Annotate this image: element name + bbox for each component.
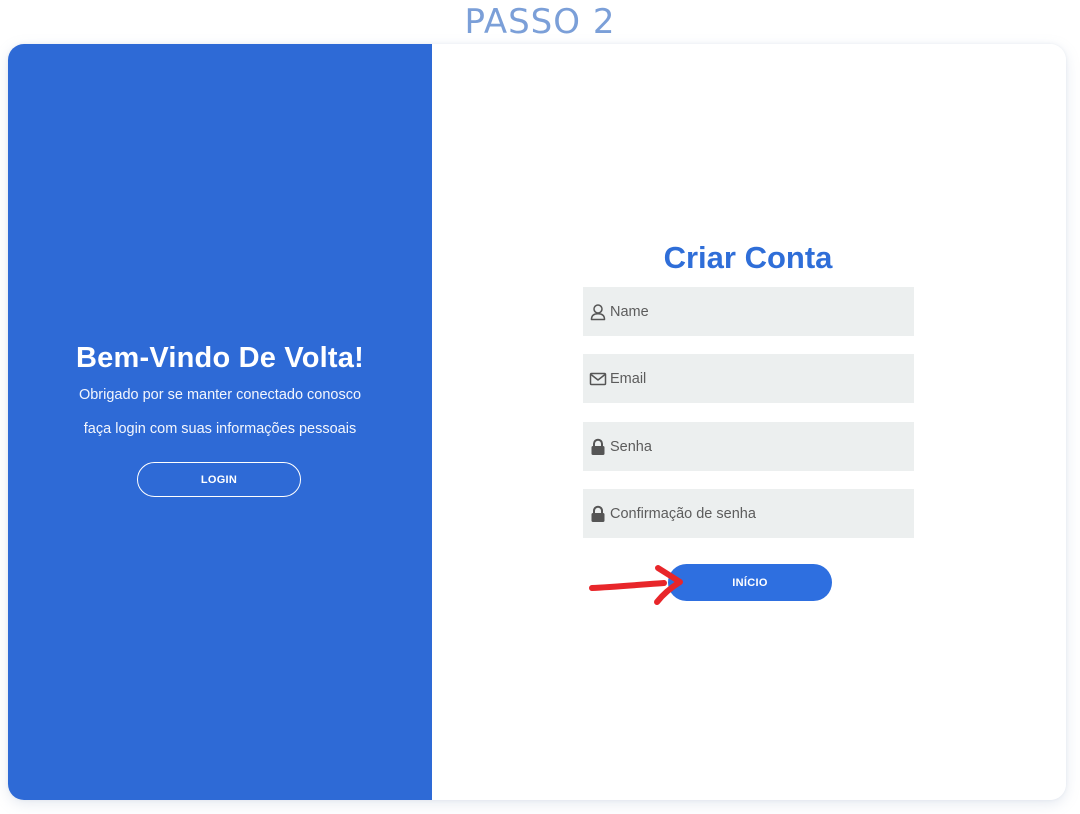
user-icon <box>588 302 607 321</box>
welcome-text-line-2: faça login com suas informações pessoais <box>83 421 357 437</box>
name-input[interactable] <box>610 296 900 327</box>
form-title: Criar Conta <box>663 240 833 275</box>
welcome-panel: Bem-Vindo De Volta! Obrigado por se mant… <box>8 44 432 800</box>
signup-panel: Criar Conta Name Email INÍCIO <box>432 44 1066 800</box>
red-arrow-annotation <box>589 565 683 605</box>
auth-card: Bem-Vindo De Volta! Obrigado por se mant… <box>8 44 1066 800</box>
password-confirm-field[interactable] <box>583 489 914 538</box>
password-input[interactable] <box>610 431 900 462</box>
welcome-text-line-1: Obrigado por se manter conectado conosco <box>78 387 362 403</box>
login-button[interactable]: LOGIN <box>137 462 301 497</box>
lock-icon <box>588 437 607 456</box>
email-field[interactable] <box>583 354 914 403</box>
lock-icon <box>588 504 607 523</box>
name-field[interactable] <box>583 287 914 336</box>
password-field[interactable] <box>583 422 914 471</box>
start-button[interactable]: INÍCIO <box>668 564 832 601</box>
envelope-icon <box>588 369 607 388</box>
welcome-title: Bem-Vindo De Volta! <box>76 342 364 374</box>
step-title: PASSO 2 <box>464 2 616 42</box>
password-confirm-input[interactable] <box>610 498 900 529</box>
email-input[interactable] <box>610 363 900 394</box>
